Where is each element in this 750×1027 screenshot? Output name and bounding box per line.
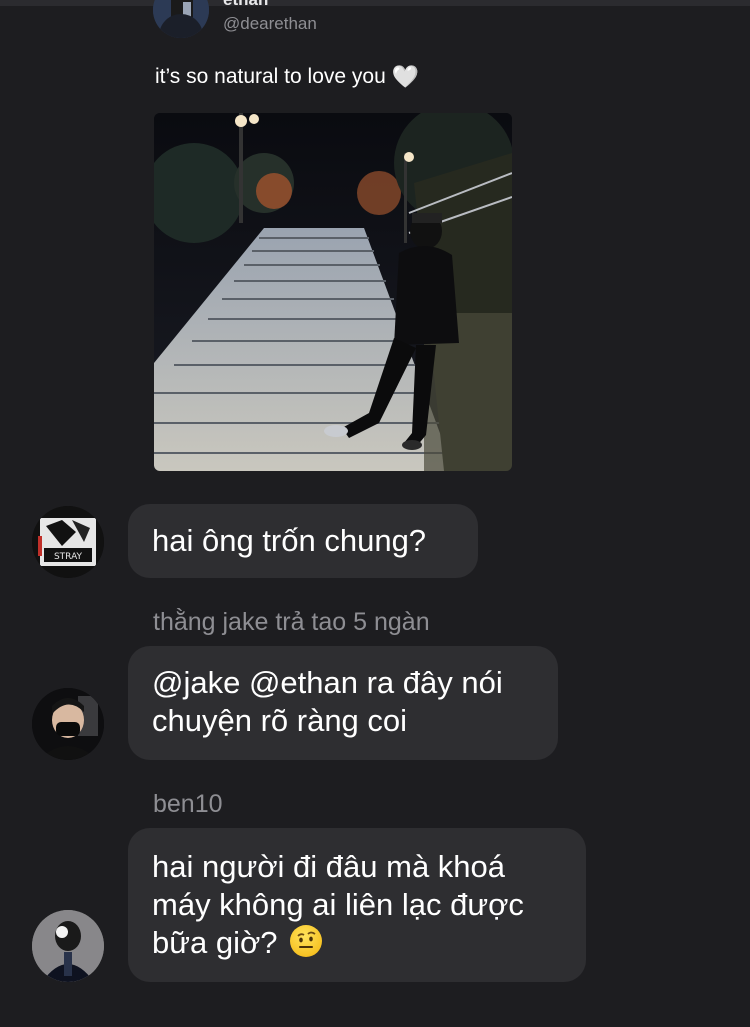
quoted-author-name[interactable]: ethan xyxy=(223,0,268,10)
comment-text-line-with-emoji: bữa giờ? xyxy=(152,924,562,962)
quoted-post-text-body: it’s so natural to love you xyxy=(155,65,386,88)
quoted-author-avatar[interactable] xyxy=(153,0,209,38)
comment-author-3[interactable]: ben10 xyxy=(153,790,223,819)
white-heart-icon: 🤍 xyxy=(391,64,420,89)
comment-2: thằng jake trả tao 5 ngàn @jake @ethan r… xyxy=(0,604,750,764)
chat-screen: ethan @dearethan it’s so natural to love… xyxy=(0,0,750,1027)
comment-bubble-1[interactable]: hai ông trốn chung? xyxy=(128,504,478,578)
commenter-avatar-1[interactable]: STRAY xyxy=(32,506,104,578)
commenter-avatar-3[interactable] xyxy=(32,910,104,982)
comment-bubble-2[interactable]: @jake @ethan ra đây nói chuyện rõ ràng c… xyxy=(128,646,558,760)
comment-text-line: hai ông trốn chung? xyxy=(152,523,427,558)
comment-1: STRAY hai ông trốn chung? xyxy=(0,504,750,578)
comment-text-line: máy không ai liên lạc được xyxy=(152,887,524,922)
quoted-post[interactable]: ethan @dearethan it’s so natural to love… xyxy=(145,0,545,485)
quoted-post-photo[interactable] xyxy=(154,113,512,471)
svg-text:STRAY: STRAY xyxy=(54,552,83,562)
quoted-author-handle[interactable]: @dearethan xyxy=(223,14,317,34)
night-stairs-photo xyxy=(154,113,512,471)
raised-eyebrow-emoji-icon xyxy=(290,925,323,957)
comment-text-line: bữa giờ? xyxy=(152,925,278,960)
comment-bubble-3[interactable]: hai người đi đâu mà khoá máy không ai li… xyxy=(128,828,586,982)
comment-text-line: @jake @ethan ra đây nói xyxy=(152,665,503,700)
comment-text-line: chuyện rõ ràng coi xyxy=(152,703,408,738)
comment-3: ben10 hai người đi đâu mà khoá máy không… xyxy=(0,786,750,986)
quoted-post-text: it’s so natural to love you 🤍 xyxy=(155,64,419,90)
comment-text-line: hai người đi đâu mà khoá xyxy=(152,849,506,884)
comment-author-2[interactable]: thằng jake trả tao 5 ngàn xyxy=(153,608,430,637)
commenter-avatar-2[interactable] xyxy=(32,688,104,760)
